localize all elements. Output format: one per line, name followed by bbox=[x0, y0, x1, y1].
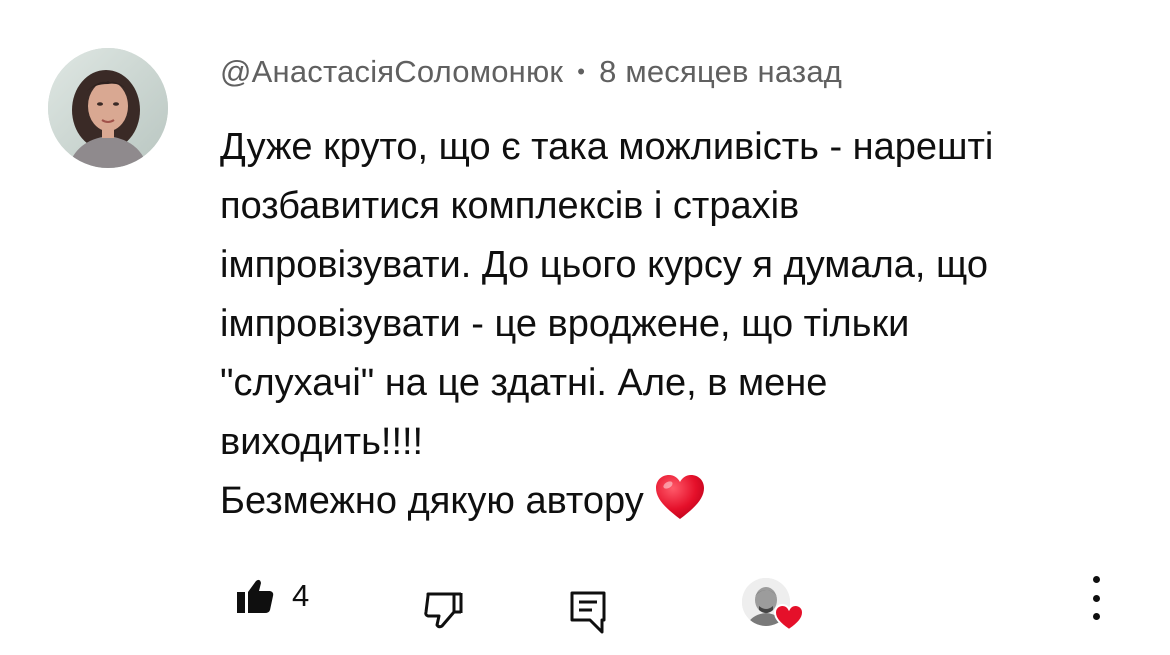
like-button[interactable]: 4 bbox=[236, 578, 309, 619]
comment-line: імпровізувати. До цього курсу я думала, … bbox=[220, 244, 988, 286]
more-dot bbox=[1092, 613, 1100, 620]
author-avatar-image bbox=[48, 48, 168, 168]
reply-button[interactable] bbox=[568, 590, 608, 639]
author-handle[interactable]: @АнастасіяСоломонюк bbox=[220, 54, 563, 90]
comment-line: Дуже круто, що є така можливість - нареш… bbox=[220, 126, 994, 168]
comment-actions: 4 bbox=[0, 560, 1170, 640]
comment-line: виходить!!!! bbox=[220, 421, 424, 463]
comment-line: позбавитися комплексів і страхів bbox=[220, 185, 800, 227]
comment-line: "слухачі" на це здатні. Але, в мене bbox=[220, 362, 828, 404]
creator-heart-icon bbox=[773, 603, 805, 637]
author-avatar[interactable] bbox=[48, 48, 168, 168]
thumbs-up-icon bbox=[236, 578, 274, 619]
creator-heart-badge bbox=[742, 578, 806, 634]
comment-meta: @АнастасіяСоломонюк • 8 месяцев назад bbox=[220, 50, 842, 94]
comment-time[interactable]: 8 месяцев назад bbox=[599, 54, 842, 90]
like-count: 4 bbox=[292, 577, 310, 613]
comment-text: Дуже круто, що є така можливість - нареш… bbox=[220, 118, 1140, 539]
reply-comment-icon bbox=[568, 590, 608, 639]
more-options-button[interactable] bbox=[1084, 576, 1108, 620]
comment-last-line: Безмежно дякую автору bbox=[220, 472, 1140, 539]
more-dot bbox=[1092, 594, 1100, 602]
more-dot bbox=[1092, 576, 1100, 583]
thumbs-down-icon bbox=[420, 590, 464, 639]
comment-line: Безмежно дякую автору bbox=[220, 480, 644, 522]
meta-separator: • bbox=[577, 59, 586, 84]
red-heart-emoji bbox=[654, 473, 706, 539]
comment-line: імпровізувати - це вроджене, що тільки bbox=[220, 303, 910, 345]
dislike-button[interactable] bbox=[420, 590, 464, 639]
